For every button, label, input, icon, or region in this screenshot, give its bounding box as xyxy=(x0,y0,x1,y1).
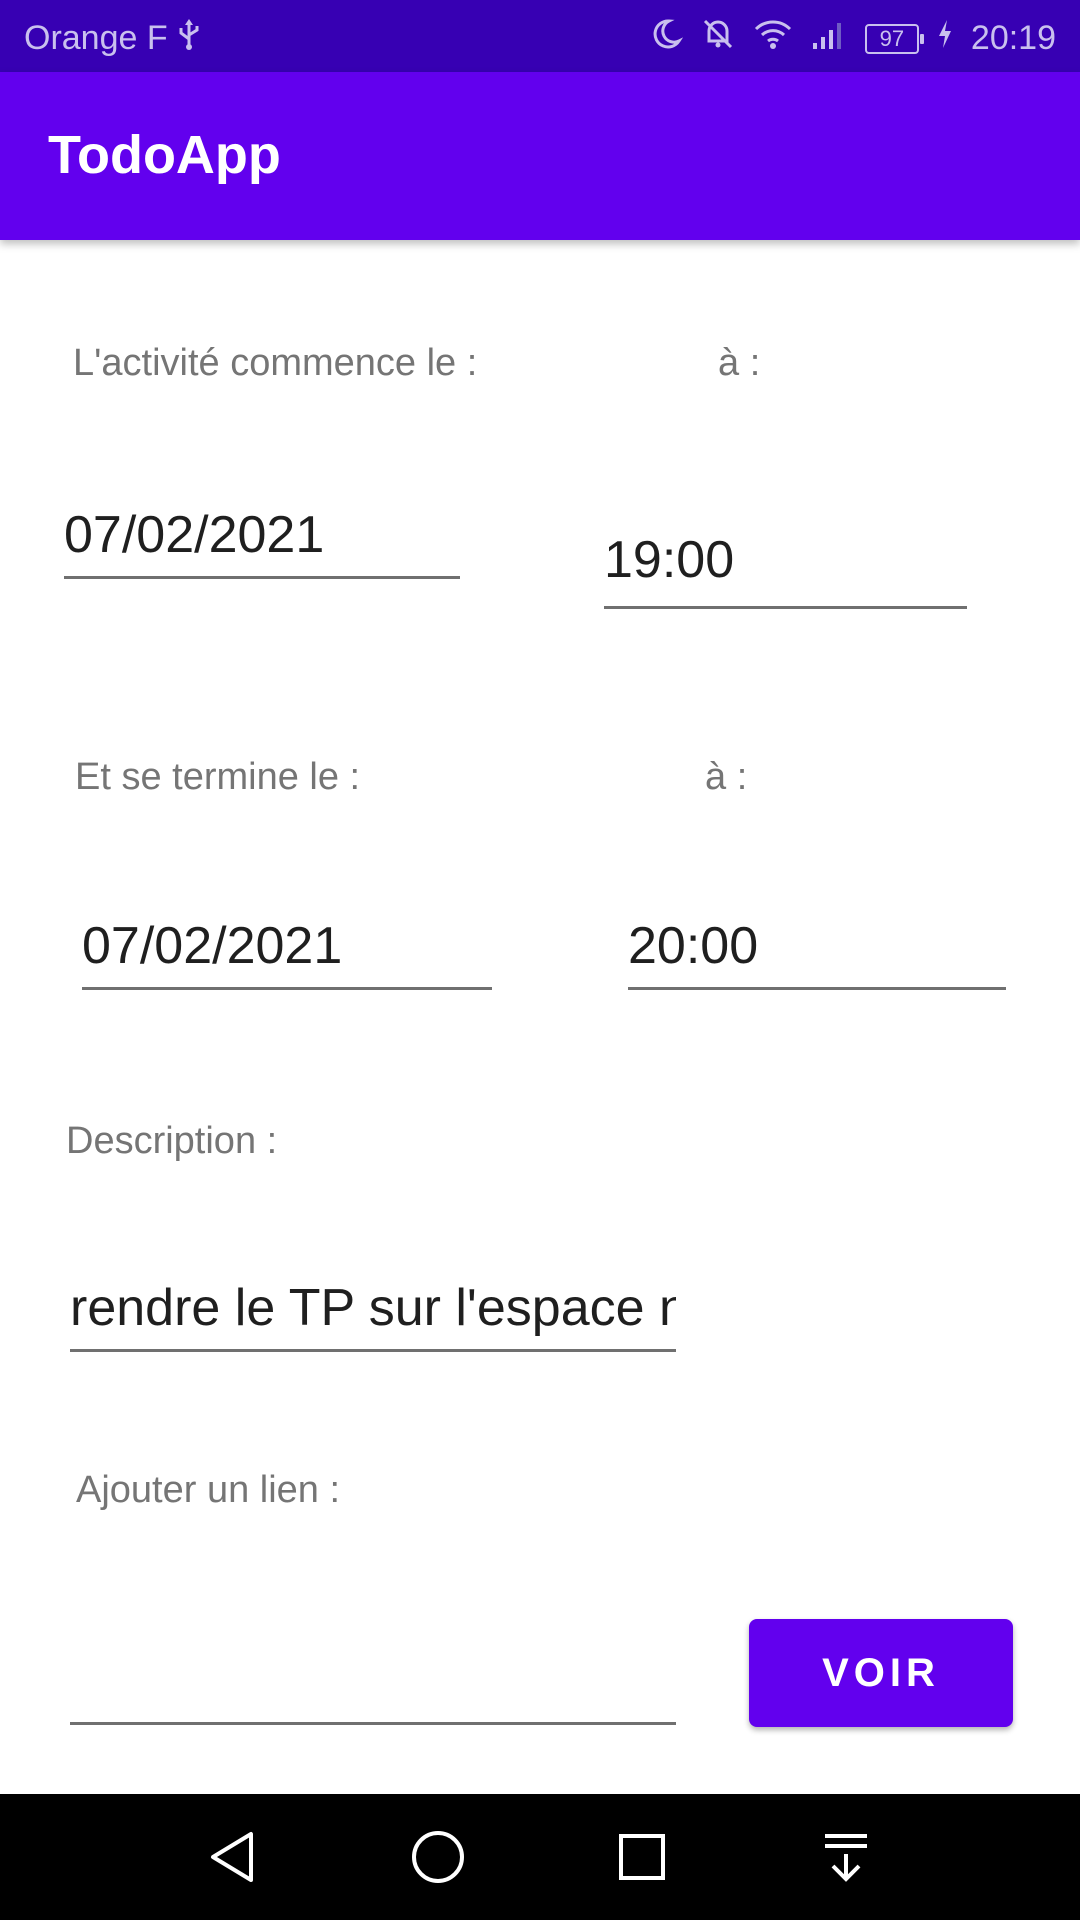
notifications-icon[interactable] xyxy=(811,1822,881,1892)
recents-icon[interactable] xyxy=(607,1822,677,1892)
screen: Orange F 97 20:19 TodoApp L'activité com… xyxy=(0,0,1080,1920)
start-date-field[interactable]: 07/02/2021 xyxy=(64,505,460,579)
end-time-label: à : xyxy=(705,756,748,798)
end-date-label: Et se termine le : xyxy=(75,756,361,798)
voir-button[interactable]: VOIR xyxy=(749,1619,1013,1727)
wifi-icon xyxy=(753,17,793,60)
start-time-label: à : xyxy=(718,342,761,384)
end-time-value: 20:00 xyxy=(628,917,759,975)
end-date-field[interactable]: 07/02/2021 xyxy=(82,916,492,990)
start-time-field[interactable]: 19:00 xyxy=(604,530,967,609)
usb-icon xyxy=(176,17,202,60)
start-date-label: L'activité commence le : xyxy=(73,342,478,384)
back-icon[interactable] xyxy=(199,1822,269,1892)
start-time-value: 19:00 xyxy=(604,531,735,589)
description-value: rendre le TP sur l'espace n xyxy=(70,1279,676,1337)
app-bar: TodoApp xyxy=(0,72,1080,240)
status-icons-group: 97 20:19 xyxy=(649,17,1056,60)
navigation-bar xyxy=(0,1794,1080,1920)
status-carrier-group: Orange F xyxy=(24,17,202,60)
moon-icon xyxy=(649,17,684,60)
description-label: Description : xyxy=(66,1120,278,1162)
link-field[interactable] xyxy=(70,1650,676,1725)
carrier-name: Orange F xyxy=(24,19,168,57)
charging-icon xyxy=(937,19,953,58)
end-date-value: 07/02/2021 xyxy=(82,917,343,975)
home-icon[interactable] xyxy=(403,1822,473,1892)
signal-icon xyxy=(811,17,847,60)
app-title: TodoApp xyxy=(48,125,281,185)
mute-icon xyxy=(701,17,735,60)
status-time: 20:19 xyxy=(970,19,1056,57)
status-bar: Orange F 97 20:19 xyxy=(0,0,1080,72)
link-label: Ajouter un lien : xyxy=(76,1469,341,1511)
start-date-value: 07/02/2021 xyxy=(64,506,325,564)
battery-indicator: 97 xyxy=(864,23,924,54)
end-time-field[interactable]: 20:00 xyxy=(628,916,1006,990)
description-field[interactable]: rendre le TP sur l'espace n xyxy=(70,1278,676,1352)
